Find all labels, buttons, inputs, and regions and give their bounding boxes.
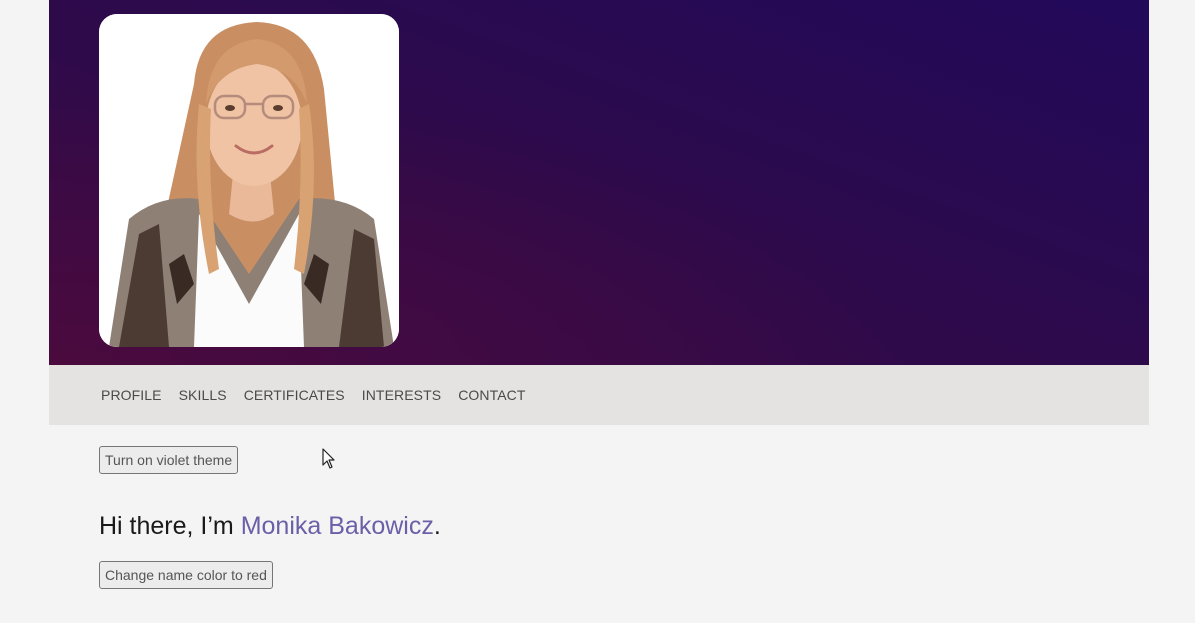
change-name-color-button[interactable]: Change name color to red (99, 561, 273, 589)
nav-list: PROFILE SKILLS CERTIFICATES INTERESTS CO… (101, 365, 526, 425)
nav-item-profile[interactable]: PROFILE (101, 387, 162, 403)
hero-banner (49, 0, 1149, 365)
profile-photo (99, 14, 399, 347)
nav-item-skills[interactable]: SKILLS (179, 387, 227, 403)
page: PROFILE SKILLS CERTIFICATES INTERESTS CO… (0, 0, 1195, 623)
nav-item-interests[interactable]: INTERESTS (362, 387, 441, 403)
greeting-heading: Hi there, I’m Monika Bakowicz. (99, 512, 441, 541)
nav-item-certificates[interactable]: CERTIFICATES (244, 387, 345, 403)
greeting-name: Monika Bakowicz (240, 512, 434, 540)
violet-theme-button[interactable]: Turn on violet theme (99, 446, 239, 474)
mouse-cursor-icon (322, 448, 336, 475)
greeting-suffix: . (433, 512, 441, 540)
main-nav: PROFILE SKILLS CERTIFICATES INTERESTS CO… (49, 365, 1149, 425)
nav-item-contact[interactable]: CONTACT (458, 387, 525, 403)
greeting-prefix: Hi there, I’m (99, 512, 241, 540)
profile-photo-image (99, 14, 399, 347)
